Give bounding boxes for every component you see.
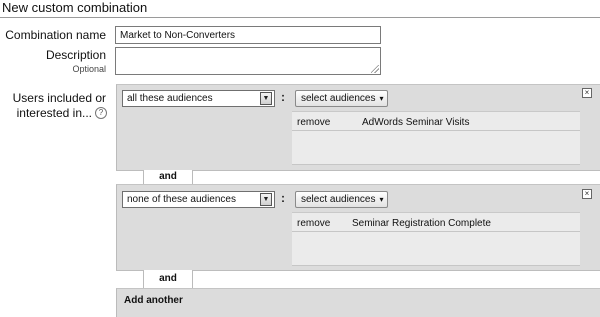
combination-name-label: Combination name [5, 28, 106, 42]
close-group-2-icon[interactable]: × [582, 189, 592, 199]
condition-select-2[interactable]: none of these audiences ▼ [122, 191, 275, 208]
add-another-link[interactable]: Add another [124, 295, 183, 306]
caret-down-icon: ▾ [379, 195, 384, 204]
page-title: New custom combination [2, 0, 148, 15]
list-bottom-divider [292, 164, 580, 165]
list-row-divider [292, 231, 580, 232]
select-audiences-label-1: select audiences [301, 93, 376, 104]
remove-audience-link-2[interactable]: remove [297, 218, 330, 229]
title-divider [0, 17, 600, 18]
users-included-label-line1: Users included or [12, 91, 106, 105]
add-another-row [116, 288, 600, 317]
description-label: Description [45, 48, 106, 62]
condition-select-1-value: all these audiences [127, 93, 213, 104]
combination-name-value: Market to Non-Converters [120, 30, 236, 41]
description-optional-label: Optional [72, 64, 106, 74]
caret-down-icon: ▾ [379, 94, 384, 103]
condition-colon: : [281, 90, 285, 104]
dropdown-arrow-icon[interactable]: ▼ [260, 92, 272, 105]
and-connector-2: and [143, 270, 193, 288]
condition-select-1[interactable]: all these audiences ▼ [122, 90, 275, 107]
help-icon[interactable]: ? [95, 107, 107, 119]
condition-colon: : [281, 191, 285, 205]
list-bottom-divider [292, 265, 580, 266]
select-audiences-label-2: select audiences [301, 194, 376, 205]
users-included-label-line2: interested in... [16, 106, 92, 120]
audience-name-1: AdWords Seminar Visits [362, 117, 470, 128]
description-textarea[interactable] [115, 47, 381, 75]
select-audiences-button-1[interactable]: select audiences ▾ [295, 90, 388, 107]
list-row-divider [292, 130, 580, 131]
audience-name-2: Seminar Registration Complete [352, 218, 491, 229]
close-group-1-icon[interactable]: × [582, 88, 592, 98]
select-audiences-button-2[interactable]: select audiences ▾ [295, 191, 388, 208]
combination-name-input[interactable]: Market to Non-Converters [115, 26, 381, 44]
dropdown-arrow-icon[interactable]: ▼ [260, 193, 272, 206]
and-connector-1: and [143, 170, 193, 184]
condition-select-2-value: none of these audiences [127, 194, 236, 205]
resize-grip-icon[interactable] [371, 65, 379, 73]
remove-audience-link-1[interactable]: remove [297, 117, 330, 128]
